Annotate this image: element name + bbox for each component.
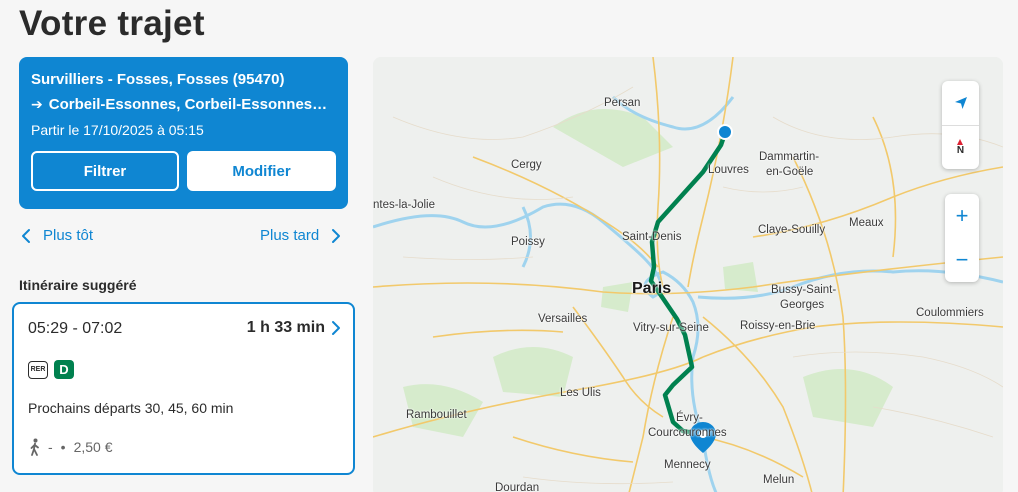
map-label-meaux: Meaux bbox=[849, 217, 884, 229]
later-button[interactable]: Plus tard bbox=[260, 227, 343, 244]
trip-summary-card: Survilliers - Fosses, Fosses (95470) ➔ C… bbox=[19, 57, 348, 209]
map-label-dammartin: Dammartin- bbox=[759, 151, 820, 163]
map-label-louvres: Louvres bbox=[708, 164, 749, 176]
map-label-courcouronnes: Courcouronnes bbox=[648, 427, 727, 439]
map-label-dourdan: Dourdan bbox=[495, 482, 540, 492]
trip-destination: ➔ Corbeil-Essonnes, Corbeil-Essonnes… bbox=[31, 96, 336, 113]
map-label-mennecy: Mennecy bbox=[664, 459, 711, 471]
route-map[interactable]: Persan Cergy Louvres Dammartin- en-Goële… bbox=[373, 57, 1003, 492]
map-label-paris: Paris bbox=[632, 280, 672, 297]
map-label-cergy: Cergy bbox=[511, 159, 542, 171]
rer-icon: RER bbox=[28, 360, 48, 379]
walk-icon bbox=[30, 438, 39, 456]
map-label-rambouillet: Rambouillet bbox=[406, 409, 467, 421]
location-arrow-icon bbox=[954, 97, 967, 109]
earlier-label: Plus tôt bbox=[43, 227, 94, 244]
next-departures: Prochains départs 30, 45, 60 min bbox=[28, 400, 234, 416]
route-price: 2,50 € bbox=[73, 439, 113, 455]
map-orientation-controls: N bbox=[942, 81, 979, 169]
line-d-badge: D bbox=[54, 360, 74, 379]
suggested-route-heading: Itinéraire suggéré bbox=[19, 277, 137, 293]
walk-duration: - bbox=[48, 439, 53, 455]
compass-button[interactable]: N bbox=[942, 125, 979, 169]
route-time-range: 05:29 - 07:02 bbox=[28, 320, 123, 337]
chevron-right-icon bbox=[332, 321, 340, 335]
map-label-dammartin-2: en-Goële bbox=[766, 166, 814, 178]
route-modes: RER D bbox=[28, 360, 74, 379]
route-duration: 1 h 33 min bbox=[247, 319, 341, 337]
map-label-les-ulis: Les Ulis bbox=[560, 387, 601, 399]
map-label-saint-denis: Saint-Denis bbox=[622, 231, 682, 243]
route-duration-label: 1 h 33 min bbox=[246, 319, 325, 336]
trip-departure-date: Partir le 17/10/2025 à 05:15 bbox=[31, 122, 204, 138]
route-footer: - • 2,50 € bbox=[28, 438, 113, 456]
map-label-poissy: Poissy bbox=[511, 236, 545, 248]
modify-button[interactable]: Modifier bbox=[187, 151, 336, 191]
trip-origin: Survilliers - Fosses, Fosses (95470) bbox=[31, 71, 285, 88]
map-zoom-controls: + − bbox=[945, 194, 979, 282]
chevron-right-icon bbox=[332, 228, 341, 243]
earlier-button[interactable]: Plus tôt bbox=[19, 227, 93, 244]
chevron-left-icon bbox=[22, 228, 30, 243]
trip-actions: Filtrer Modifier bbox=[31, 151, 336, 191]
later-label: Plus tard bbox=[260, 227, 320, 244]
route-card[interactable]: 05:29 - 07:02 1 h 33 min RER D Prochains… bbox=[12, 302, 355, 475]
separator-dot: • bbox=[60, 439, 66, 455]
map-label-claye: Claye-Souilly bbox=[758, 224, 826, 236]
map-label-roissy: Roissy-en-Brie bbox=[740, 320, 816, 332]
origin-marker bbox=[717, 124, 733, 140]
zoom-in-button[interactable]: + bbox=[945, 194, 979, 238]
north-label: N bbox=[956, 145, 965, 156]
locate-button[interactable] bbox=[942, 81, 979, 125]
map-label-coulommiers: Coulommiers bbox=[916, 307, 984, 319]
map-label-versailles: Versailles bbox=[538, 313, 588, 325]
map-label-melun: Melun bbox=[763, 474, 795, 486]
north-compass-icon: N bbox=[957, 139, 964, 156]
map-label-bussy-2: Georges bbox=[780, 299, 825, 311]
map-label-conflans: ntes-la-Jolie bbox=[373, 199, 435, 211]
trip-destination-label: Corbeil-Essonnes, Corbeil-Essonnes… bbox=[48, 96, 328, 113]
map-label-bussy: Bussy-Saint- bbox=[771, 284, 837, 296]
page-title: Votre trajet bbox=[19, 4, 205, 43]
filter-button[interactable]: Filtrer bbox=[31, 151, 179, 191]
zoom-out-button[interactable]: − bbox=[945, 238, 979, 282]
map-label-persan: Persan bbox=[604, 97, 641, 109]
map-label-evry: Évry- bbox=[676, 412, 703, 424]
map-label-vitry: Vitry-sur-Seine bbox=[633, 322, 709, 334]
arrow-right-icon: ➔ bbox=[31, 96, 43, 112]
